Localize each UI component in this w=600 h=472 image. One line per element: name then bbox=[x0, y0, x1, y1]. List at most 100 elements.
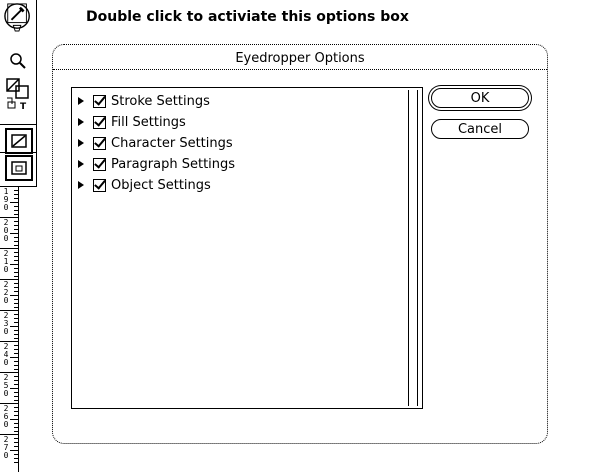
checkbox-checked-icon[interactable] bbox=[93, 94, 106, 108]
swap-colors-tool[interactable]: T bbox=[4, 76, 32, 110]
ruler-tick bbox=[10, 388, 18, 389]
ruler-tick bbox=[14, 380, 18, 381]
ruler-tick bbox=[14, 303, 18, 304]
ruler-label: 2 5 0 bbox=[3, 373, 9, 398]
ruler-tick bbox=[14, 252, 18, 253]
ruler-label: 2 4 0 bbox=[3, 342, 9, 367]
ruler-tick bbox=[14, 283, 18, 284]
ruler-tick bbox=[0, 434, 18, 435]
ruler-tick bbox=[14, 376, 18, 377]
frame-icon bbox=[11, 161, 27, 175]
ruler-tick bbox=[14, 307, 18, 308]
ruler-tick bbox=[14, 245, 18, 246]
ruler-tick bbox=[14, 369, 18, 370]
tool-panel: T bbox=[0, 0, 37, 187]
toolbar-divider bbox=[0, 152, 36, 153]
ruler-tick bbox=[10, 326, 18, 327]
ruler-tick bbox=[14, 221, 18, 222]
zoom-icon bbox=[10, 53, 26, 69]
list-item-stroke-settings[interactable]: Stroke Settings bbox=[78, 91, 210, 111]
ruler-tick bbox=[0, 248, 18, 249]
checkbox-checked-icon[interactable] bbox=[93, 136, 106, 150]
ruler-tick bbox=[14, 287, 18, 288]
list-item-paragraph-settings[interactable]: Paragraph Settings bbox=[78, 154, 235, 174]
ruler-tick bbox=[14, 276, 18, 277]
ruler-tick bbox=[14, 334, 18, 335]
ruler-tick bbox=[14, 365, 18, 366]
instruction-caption: Double click to activiate this options b… bbox=[86, 9, 409, 25]
ruler-label: 2 2 0 bbox=[3, 280, 9, 305]
eyedropper-icon bbox=[4, 3, 30, 32]
list-item-character-settings[interactable]: Character Settings bbox=[78, 133, 233, 153]
swap-colors-icon: T bbox=[6, 78, 29, 110]
checkbox-checked-icon[interactable] bbox=[93, 115, 106, 129]
checkbox-checked-icon[interactable] bbox=[93, 157, 106, 171]
ruler-tick bbox=[14, 442, 18, 443]
disclosure-triangle-icon[interactable] bbox=[78, 118, 84, 126]
ruler-label: 2 6 0 bbox=[3, 404, 9, 429]
ruler-tick bbox=[0, 186, 18, 187]
ruler-tick bbox=[0, 403, 18, 404]
ruler-tick bbox=[14, 338, 18, 339]
ruler-tick bbox=[0, 372, 18, 373]
ruler-tick bbox=[14, 353, 18, 354]
list-item-label: Object Settings bbox=[111, 177, 211, 193]
ruler-label: 1 9 0 bbox=[3, 187, 9, 212]
zoom-tool[interactable] bbox=[4, 50, 32, 72]
ruler-tick bbox=[14, 330, 18, 331]
ruler-tick bbox=[14, 268, 18, 269]
ruler-tick bbox=[10, 202, 18, 203]
ruler-tick bbox=[14, 454, 18, 455]
ruler-tick bbox=[14, 392, 18, 393]
ruler-tick bbox=[14, 407, 18, 408]
ruler-label: 2 7 0 bbox=[3, 435, 9, 460]
list-item-label: Fill Settings bbox=[111, 114, 186, 130]
ruler-tick bbox=[14, 446, 18, 447]
ruler-tick bbox=[14, 349, 18, 350]
disclosure-triangle-icon[interactable] bbox=[78, 181, 84, 189]
ruler-tick bbox=[14, 415, 18, 416]
ruler-tick bbox=[14, 462, 18, 463]
ruler-tick bbox=[14, 291, 18, 292]
ruler-tick bbox=[10, 450, 18, 451]
ruler-tick bbox=[10, 233, 18, 234]
disclosure-triangle-icon[interactable] bbox=[78, 160, 84, 168]
fill-stroke-tool[interactable] bbox=[5, 128, 33, 154]
ruler-tick bbox=[14, 210, 18, 211]
ruler-tick bbox=[0, 279, 18, 280]
ruler-tick bbox=[14, 318, 18, 319]
frame-tool[interactable] bbox=[5, 155, 33, 181]
ruler-tick bbox=[0, 310, 18, 311]
ruler-tick bbox=[14, 190, 18, 191]
checkbox-checked-icon[interactable] bbox=[93, 178, 106, 192]
fill-stroke-icon bbox=[11, 134, 27, 148]
ruler-tick bbox=[14, 322, 18, 323]
list-item-fill-settings[interactable]: Fill Settings bbox=[78, 112, 186, 132]
disclosure-triangle-icon[interactable] bbox=[78, 97, 84, 105]
ruler-tick bbox=[0, 217, 18, 218]
list-item-object-settings[interactable]: Object Settings bbox=[78, 175, 211, 195]
ok-button[interactable]: OK bbox=[431, 88, 529, 108]
ruler-tick bbox=[14, 198, 18, 199]
settings-list: Stroke Settings Fill Settings Character … bbox=[71, 87, 423, 409]
text-tool-label: T bbox=[20, 102, 27, 110]
ruler-tick bbox=[0, 341, 18, 342]
ruler-tick bbox=[14, 427, 18, 428]
ruler-tick bbox=[14, 237, 18, 238]
ruler-tick bbox=[14, 458, 18, 459]
ruler-label: 2 0 0 bbox=[3, 218, 9, 243]
ruler-tick bbox=[14, 314, 18, 315]
toolbar-divider bbox=[0, 124, 36, 125]
cancel-button[interactable]: Cancel bbox=[431, 119, 529, 139]
ruler-tick bbox=[14, 345, 18, 346]
list-scrollbar[interactable] bbox=[408, 90, 418, 406]
ruler-tick bbox=[14, 229, 18, 230]
ruler-label: 2 3 0 bbox=[3, 311, 9, 336]
list-item-label: Paragraph Settings bbox=[111, 156, 236, 172]
eyedropper-options-dialog: Eyedropper Options Stroke Settings Fill … bbox=[52, 44, 548, 444]
vertical-ruler: 1 9 0 2 0 0 2 1 0 2 2 0 2 3 0 2 4 0 2 5 0 2 6 0… bbox=[0, 186, 19, 472]
eyedropper-tool[interactable] bbox=[4, 0, 32, 34]
ruler-tick bbox=[14, 411, 18, 412]
ruler-tick bbox=[14, 206, 18, 207]
disclosure-triangle-icon[interactable] bbox=[78, 139, 84, 147]
